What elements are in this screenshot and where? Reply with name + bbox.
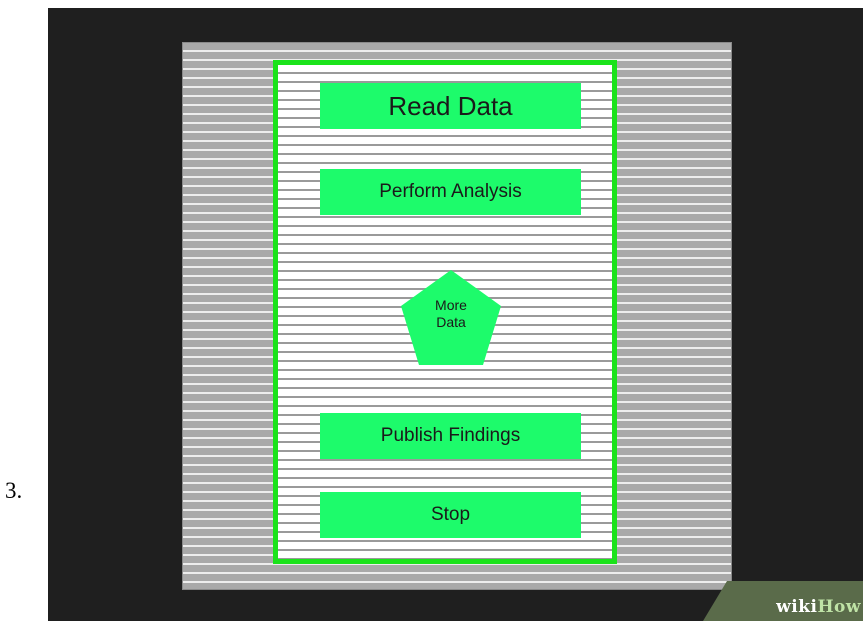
watermark-part2: How bbox=[817, 597, 861, 617]
more-data-label: More Data bbox=[401, 297, 501, 331]
watermark-part1: wiki bbox=[776, 597, 818, 617]
more-data-line1: More bbox=[435, 297, 467, 313]
step-number: 3. bbox=[5, 478, 23, 503]
publish-findings-label: Publish Findings bbox=[380, 425, 521, 446]
read-data-box: Read Data bbox=[320, 83, 581, 129]
perform-analysis-label: Perform Analysis bbox=[379, 181, 522, 202]
more-data-line2: Data bbox=[436, 314, 466, 330]
stop-box: Stop bbox=[320, 492, 581, 538]
publish-findings-box: Publish Findings bbox=[320, 413, 581, 459]
wikihow-logo: wikiHow bbox=[776, 597, 861, 617]
lined-paper: Read Data Perform Analysis More Data Pub… bbox=[182, 42, 732, 590]
perform-analysis-box: Perform Analysis bbox=[320, 169, 581, 215]
stop-label: Stop bbox=[430, 504, 471, 525]
illustration-frame: Read Data Perform Analysis More Data Pub… bbox=[48, 8, 863, 621]
read-data-label: Read Data bbox=[388, 90, 513, 121]
flowchart-sheet: Read Data Perform Analysis More Data Pub… bbox=[273, 60, 617, 564]
